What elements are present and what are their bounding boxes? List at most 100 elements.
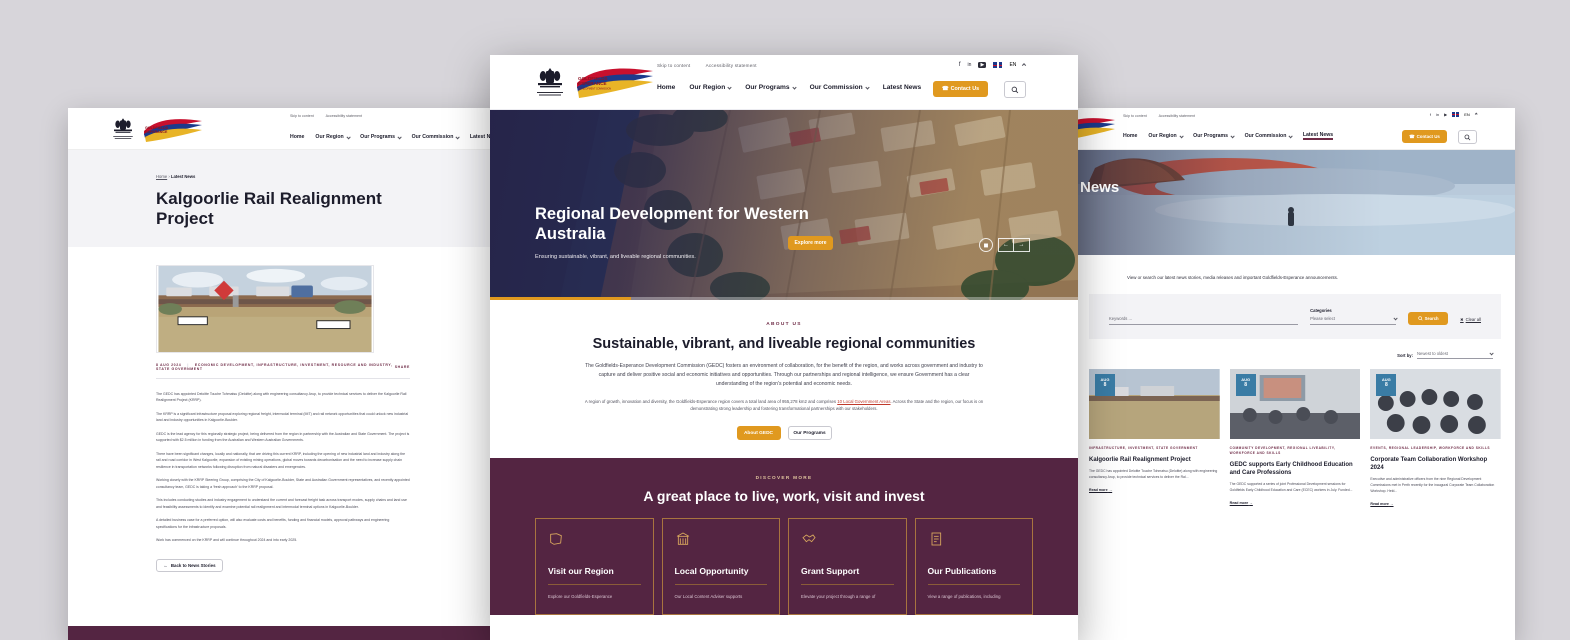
chevron-down-icon bbox=[791, 85, 797, 90]
uk-flag-icon bbox=[993, 62, 1003, 68]
list-item[interactable]: AUG 8 EVENTS, REGIONAL LEADERSHIP, WORKF… bbox=[1370, 369, 1502, 506]
discover-card-desc: Explore our Goldfields-Esperance bbox=[548, 594, 613, 600]
discover-card-our-publications[interactable]: Our Publications View a range of publica… bbox=[914, 518, 1033, 616]
about-heading: Sustainable, vibrant, and liveable regio… bbox=[592, 336, 976, 352]
chevron-down-icon bbox=[1392, 316, 1397, 321]
linkedin-icon[interactable]: in bbox=[968, 62, 972, 68]
nav-item-our-region[interactable]: Our Region bbox=[1148, 133, 1183, 139]
chevron-down-icon bbox=[455, 135, 460, 139]
nav-item-latest-news[interactable]: Latest News bbox=[883, 84, 921, 91]
news-intro-wrap: View or search our latest news stories, … bbox=[1075, 255, 1515, 294]
footer-band-left bbox=[68, 626, 498, 640]
about-eyebrow: ABOUT US bbox=[766, 322, 802, 327]
news-title[interactable]: Kalgoorlie Rail Realignment Project bbox=[1089, 456, 1220, 464]
nav-item-our-programs[interactable]: Our Programs bbox=[745, 84, 797, 91]
discover-card-local-opportunity[interactable]: Local Opportunity Our Local Content Advi… bbox=[661, 518, 780, 616]
share-label[interactable]: SHARE bbox=[395, 365, 410, 369]
nav-item-our-commission[interactable]: Our Commission bbox=[412, 134, 460, 140]
article-body: The GEDC has appointed Deloitte Touche T… bbox=[68, 379, 498, 572]
nav-item-our-commission[interactable]: Our Commission bbox=[1245, 133, 1293, 139]
news-title[interactable]: Corporate Team Collaboration Workshop 20… bbox=[1370, 456, 1501, 472]
local-government-areas-link[interactable]: 10 Local Government Areas bbox=[837, 399, 890, 404]
discover-eyebrow: DISCOVER MORE bbox=[755, 475, 813, 481]
clear-all-button[interactable]: ✖ Clear all bbox=[1460, 317, 1481, 325]
youtube-icon[interactable]: ▶ bbox=[1444, 112, 1447, 117]
categories-select[interactable]: Please select bbox=[1310, 316, 1397, 325]
contact-us-button[interactable]: ☎ Contact Us bbox=[1402, 130, 1447, 143]
nav-item-home[interactable]: Home bbox=[1123, 133, 1137, 139]
browser-window-news-list[interactable]: Skip to content Accessibility statement … bbox=[1075, 108, 1515, 640]
youtube-icon[interactable]: ▶ bbox=[978, 62, 987, 68]
search-button[interactable] bbox=[1004, 81, 1026, 98]
gedc-logo[interactable]: GOLDFIELDS ESPERANCE bbox=[142, 115, 204, 145]
discover-card-visit-our-region[interactable]: Visit our Region Explore our Goldfields-… bbox=[535, 518, 654, 616]
list-item[interactable]: AUG 8 INFRASTRUCTURE, INVESTMENT, STATE … bbox=[1089, 369, 1220, 506]
carousel-pause-button[interactable]: ◼ bbox=[979, 238, 993, 252]
about-gedc-button[interactable]: About GEDC bbox=[736, 426, 781, 441]
skip-to-content-link[interactable]: Skip to content bbox=[657, 63, 690, 68]
discover-card-grant-support[interactable]: Grant Support Elevate your project throu… bbox=[788, 518, 907, 616]
accessibility-statement-link[interactable]: Accessibility statement bbox=[326, 114, 362, 118]
back-to-news-button[interactable]: ← Back to News Stories bbox=[156, 558, 223, 572]
discover-heading: A great place to live, work, visit and i… bbox=[643, 488, 925, 505]
utility-links-center: Skip to content Accessibility statement bbox=[657, 63, 771, 68]
discover-card-title: Visit our Region bbox=[548, 566, 614, 577]
phone-icon: ☎ bbox=[1409, 133, 1415, 139]
gedc-logo[interactable] bbox=[1075, 114, 1117, 144]
browser-window-homepage[interactable]: GOLDFIELDS ESPERANCE DEVELOPMENT COMMISS… bbox=[490, 55, 1078, 640]
keyword-input[interactable]: Keywords ... bbox=[1109, 316, 1299, 325]
accessibility-statement-link[interactable]: Accessibility statement bbox=[706, 63, 757, 68]
search-button[interactable] bbox=[1458, 130, 1477, 144]
chevron-down-icon bbox=[727, 85, 732, 90]
chevron-down-icon bbox=[1489, 351, 1494, 356]
nav-item-our-programs[interactable]: Our Programs bbox=[1193, 133, 1235, 139]
filter-search-button[interactable]: Search bbox=[1408, 312, 1449, 325]
skip-to-content-link[interactable]: Skip to content bbox=[290, 114, 314, 118]
carousel-prev-button[interactable]: ← bbox=[998, 238, 1014, 252]
facebook-icon[interactable]: f bbox=[1430, 112, 1431, 117]
gedc-logo[interactable]: GOLDFIELDS ESPERANCE DEVELOPMENT COMMISS… bbox=[575, 63, 655, 103]
article-paragraph: The GEDC has appointed Deloitte Touche T… bbox=[156, 392, 407, 403]
about-small-prefix: A region of growth, innovation and diver… bbox=[584, 398, 838, 404]
contact-us-button[interactable]: ☎ Contact Us bbox=[933, 81, 988, 97]
nav-item-our-commission[interactable]: Our Commission bbox=[810, 84, 870, 91]
accessibility-statement-link[interactable]: Accessibility statement bbox=[1159, 114, 1195, 118]
read-more-link[interactable]: Read more → bbox=[1230, 501, 1361, 505]
social-and-lang-center: f in ▶ EN bbox=[959, 62, 1027, 68]
read-more-link[interactable]: Read more → bbox=[1089, 488, 1220, 492]
explore-more-button[interactable]: Explore more bbox=[788, 236, 833, 250]
discover-card-desc: Our Local Content Adviser supports bbox=[674, 594, 743, 600]
breadcrumb-home[interactable]: Home bbox=[156, 174, 167, 179]
social-and-lang-right: f in ▶ EN bbox=[1430, 112, 1478, 117]
date-badge: AUG 8 bbox=[1376, 374, 1397, 396]
divider bbox=[801, 584, 894, 586]
news-hero-overlay bbox=[1075, 150, 1515, 255]
sort-by-select[interactable]: Newest to oldest bbox=[1417, 351, 1494, 359]
nav-item-our-programs[interactable]: Our Programs bbox=[360, 134, 402, 140]
nav-item-latest-news[interactable]: Latest News bbox=[1302, 132, 1334, 140]
list-item[interactable]: AUG 8 COMMUNITY DEVELOPMENT, REGIONAL LI… bbox=[1229, 369, 1361, 506]
breadcrumb: Home › Latest News bbox=[156, 174, 196, 179]
main-nav-left: Home Our Region Our Programs Our Commiss… bbox=[290, 134, 498, 140]
read-more-link[interactable]: Read more → bbox=[1370, 502, 1501, 506]
carousel-next-button[interactable]: → bbox=[1014, 238, 1030, 252]
news-title[interactable]: GEDC supports Early Childhood Education … bbox=[1230, 461, 1361, 477]
nav-item-our-region[interactable]: Our Region bbox=[689, 84, 732, 91]
our-programs-button[interactable]: Our Programs bbox=[787, 426, 832, 441]
language-selector[interactable]: EN bbox=[1009, 62, 1016, 68]
nav-item-home[interactable]: Home bbox=[290, 134, 304, 140]
nav-item-our-region[interactable]: Our Region bbox=[315, 134, 350, 140]
chevron-down-icon bbox=[1288, 134, 1293, 138]
language-selector[interactable]: EN bbox=[1464, 112, 1470, 117]
nav-item-home[interactable]: Home bbox=[657, 84, 675, 91]
article-paragraph: A detailed business case for a preferred… bbox=[156, 518, 390, 529]
sort-by-control[interactable]: Sort by: Newest to oldest bbox=[1397, 351, 1494, 359]
skip-to-content-link[interactable]: Skip to content bbox=[1123, 114, 1147, 118]
browser-window-article[interactable]: GOLDFIELDS ESPERANCE Skip to content Acc… bbox=[68, 108, 498, 640]
discover-card-title: Local Opportunity bbox=[674, 566, 749, 577]
discover-card-title: Grant Support bbox=[801, 566, 860, 577]
facebook-icon[interactable]: f bbox=[959, 62, 961, 68]
discover-card-title: Our Publications bbox=[927, 566, 997, 577]
linkedin-icon[interactable]: in bbox=[1436, 112, 1439, 117]
article-paragraph: The KRRP is a significant infrastructure… bbox=[156, 411, 409, 423]
